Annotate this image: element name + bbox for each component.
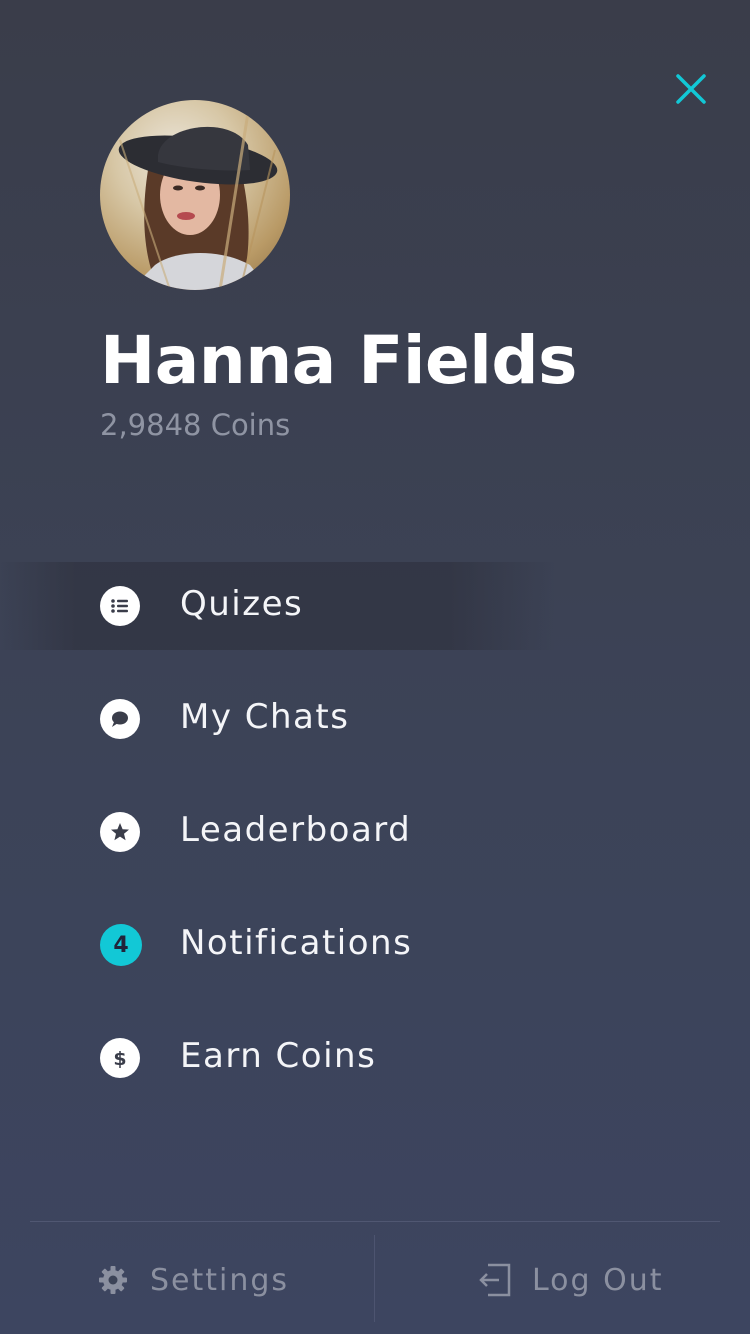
menu-item-label: My Chats: [180, 697, 350, 737]
close-icon: [676, 74, 706, 104]
menu-item-label: Earn Coins: [180, 1036, 377, 1076]
menu-item-label: Quizes: [180, 584, 304, 624]
menu-item-label: Notifications: [180, 923, 413, 963]
chat-bubble-icon: [100, 699, 140, 739]
menu-item-earn-coins[interactable]: $ Earn Coins: [0, 1014, 750, 1102]
profile-photo: [118, 100, 278, 290]
logout-button[interactable]: Log Out: [478, 1250, 664, 1310]
menu-item-label: Leaderboard: [180, 810, 412, 850]
logout-label: Log Out: [532, 1262, 664, 1298]
list-icon: [100, 586, 140, 626]
profile-name: Hanna Fields: [100, 322, 577, 399]
coin-balance: 2,9848 Coins: [100, 408, 291, 442]
svg-text:$: $: [113, 1048, 126, 1070]
settings-button[interactable]: Settings: [96, 1250, 289, 1310]
notification-count-badge: 4: [100, 924, 142, 966]
star-icon: [100, 812, 140, 852]
close-button[interactable]: [672, 70, 710, 108]
settings-label: Settings: [150, 1262, 290, 1298]
avatar[interactable]: [100, 100, 290, 290]
footer-divider: [30, 1221, 720, 1222]
menu-item-quizes[interactable]: Quizes: [0, 562, 750, 650]
footer-separator: [374, 1235, 375, 1322]
gear-icon: [99, 1266, 127, 1294]
logout-icon: [479, 1263, 511, 1297]
menu-item-leaderboard[interactable]: Leaderboard: [0, 788, 750, 876]
menu-item-notifications[interactable]: 4 Notifications: [0, 901, 750, 989]
side-menu: Quizes My Chats Leaderboard 4 Notificati…: [0, 562, 750, 1127]
dollar-icon: $: [100, 1038, 140, 1078]
menu-item-my-chats[interactable]: My Chats: [0, 675, 750, 763]
